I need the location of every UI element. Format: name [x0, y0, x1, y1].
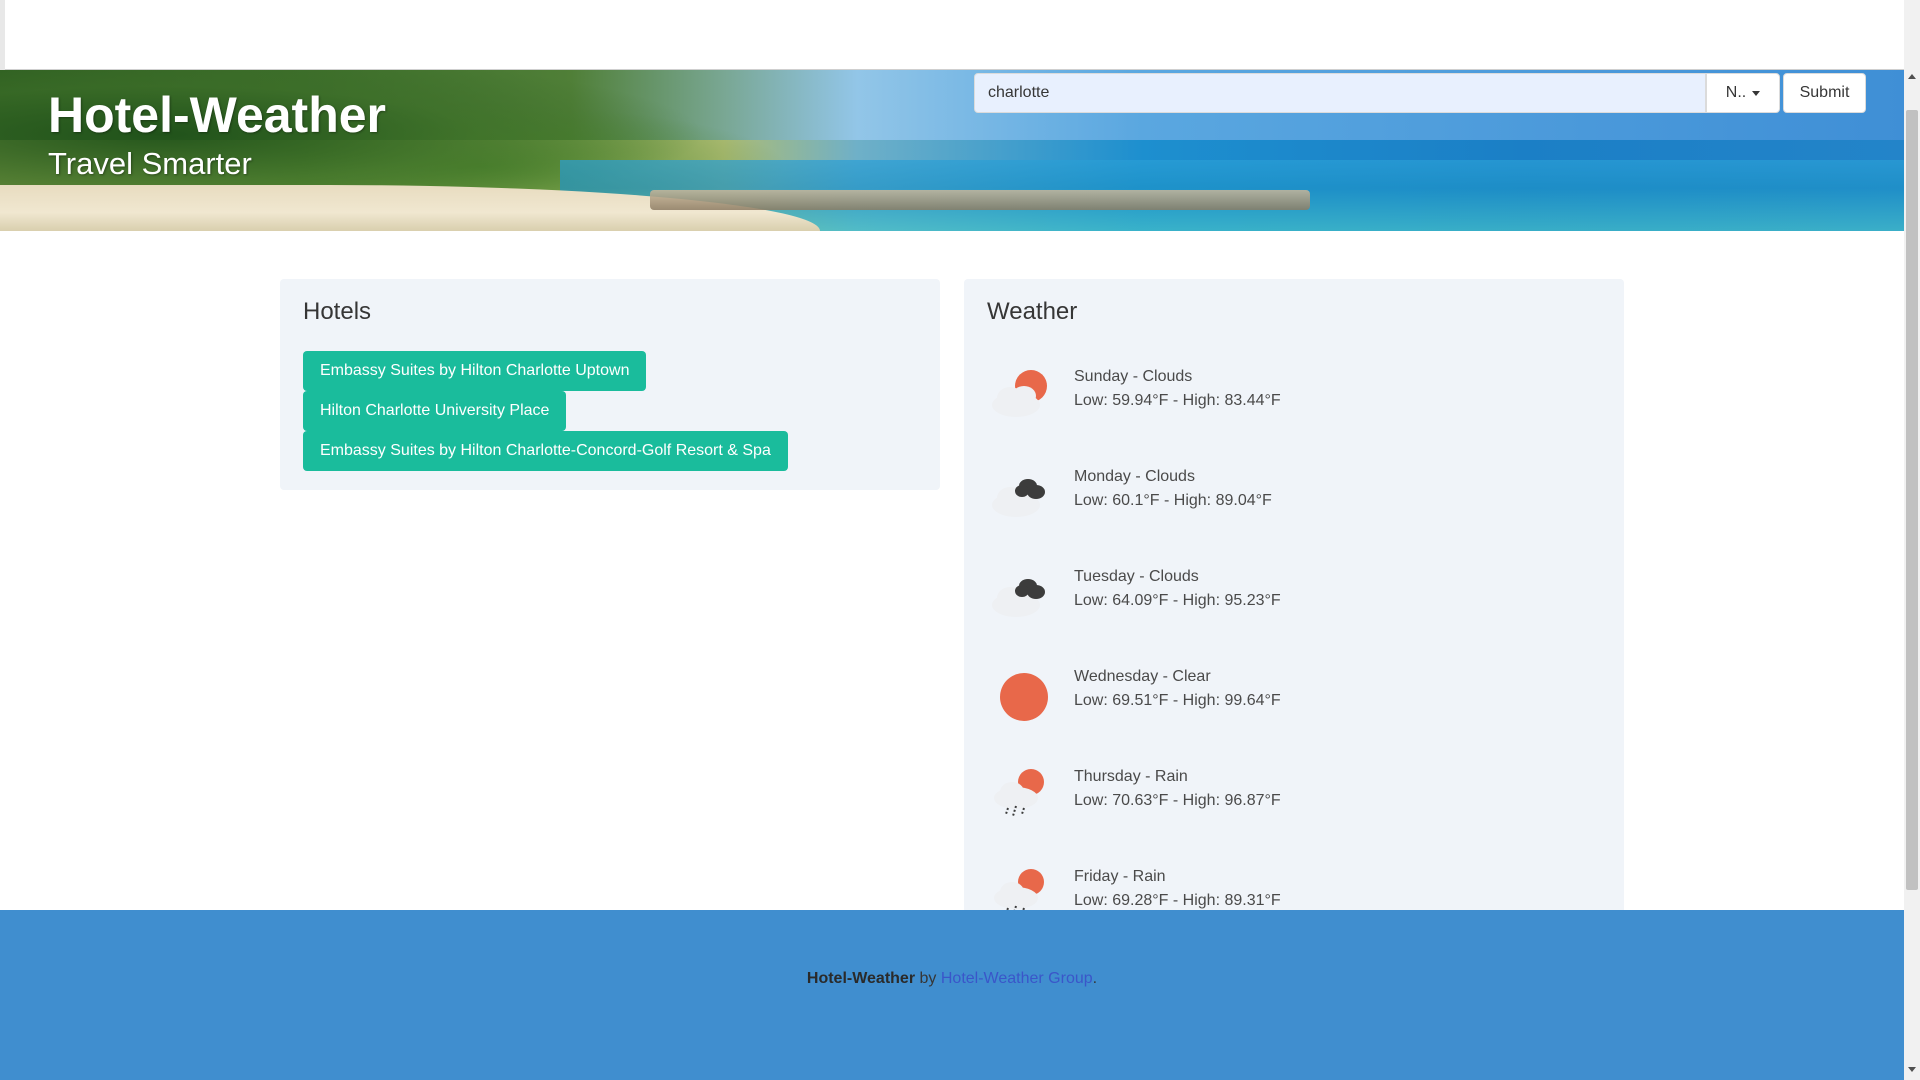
footer-brand: Hotel-Weather — [806, 970, 916, 987]
weather-day: Tuesday - Clouds Low: 64.09°F - High: 95… — [986, 562, 1586, 622]
weather-temps: Low: 64.09°F - High: 95.23°F — [1074, 592, 1281, 609]
weather-day-label: Friday - Rain — [1074, 868, 1166, 885]
hotel-button[interactable]: Embassy Suites by Hilton Charlotte-Conco… — [303, 431, 788, 471]
weather-temps: Low: 69.51°F - High: 99.64°F — [1074, 692, 1281, 709]
footer — [0, 910, 1904, 1080]
partly-cloudy-day-icon — [992, 370, 1047, 417]
weather-panel: Weather Sunday - Clouds Low: 59.94°F - H… — [964, 279, 1624, 919]
caret-down-icon — [1752, 90, 1761, 96]
hotel-button[interactable]: Embassy Suites by Hilton Charlotte Uptow… — [303, 351, 647, 391]
footer-group-link[interactable]: Hotel-Weather Group — [941, 970, 1093, 987]
cloudy-icon — [992, 579, 1045, 617]
search-input[interactable] — [974, 73, 1706, 113]
top-bar — [0, 0, 1904, 70]
cloudy-icon — [992, 479, 1045, 517]
weather-heading: Weather — [987, 298, 1078, 325]
rain-icon — [994, 769, 1044, 817]
weather-day-label: Thursday - Rain — [1074, 768, 1188, 785]
footer-text: Hotel-Weather by Hotel-Weather Group. — [0, 970, 1904, 988]
hotel-button[interactable]: Hilton Charlotte University Place — [303, 391, 567, 431]
weather-day: Sunday - Clouds Low: 59.94°F - High: 83.… — [986, 362, 1586, 422]
footer-by: by — [915, 970, 941, 987]
weather-temps: Low: 59.94°F - High: 83.44°F — [1074, 392, 1281, 409]
hotels-panel: Hotels Embassy Suites by Hilton Charlott… — [280, 279, 940, 490]
scroll-down-arrow-icon[interactable] — [1906, 1062, 1918, 1076]
weather-day: Monday - Clouds Low: 60.1°F - High: 89.0… — [986, 462, 1586, 522]
weather-temps: Low: 70.63°F - High: 96.87°F — [1074, 792, 1281, 809]
site-tagline: Travel Smarter — [48, 146, 252, 181]
scrollbar-thumb[interactable] — [1906, 110, 1918, 890]
weather-day-label: Wednesday - Clear — [1074, 668, 1211, 685]
window-edge — [0, 0, 5, 70]
weather-day-label: Sunday - Clouds — [1074, 368, 1193, 385]
filter-dropdown-button[interactable]: N.. — [1706, 73, 1780, 113]
weather-day: Wednesday - Clear Low: 69.51°F - High: 9… — [986, 662, 1586, 722]
weather-day: Thursday - Rain Low: 70.63°F - High: 96.… — [986, 762, 1586, 822]
sun-icon — [1000, 673, 1048, 721]
weather-day-label: Tuesday - Clouds — [1074, 568, 1199, 585]
weather-temps: Low: 60.1°F - High: 89.04°F — [1074, 492, 1272, 509]
site-title: Hotel-Weather — [48, 87, 387, 143]
footer-period: . — [1092, 970, 1098, 987]
dropdown-label: N.. — [1725, 84, 1747, 101]
submit-button[interactable]: Submit — [1783, 73, 1866, 113]
weather-temps: Low: 69.28°F - High: 89.31°F — [1074, 892, 1281, 909]
weather-day-label: Monday - Clouds — [1074, 468, 1195, 485]
hotels-heading: Hotels — [303, 298, 372, 325]
scroll-up-arrow-icon[interactable] — [1906, 70, 1918, 84]
